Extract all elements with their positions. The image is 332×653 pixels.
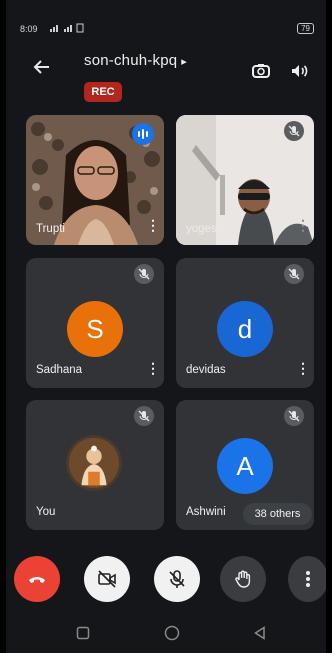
hand-icon (235, 570, 251, 588)
camera-toggle-button[interactable] (84, 556, 130, 602)
participant-name: Trupti (36, 223, 65, 235)
more-vert-icon (306, 571, 310, 587)
mic-off-icon (134, 264, 154, 284)
others-count-chip[interactable]: 38 others (243, 503, 312, 525)
more-options-icon[interactable]: ⋮ (296, 217, 310, 233)
participant-tile-sadhana[interactable]: S Sadhana ⋮ (26, 258, 164, 388)
battery-indicator: 79 (297, 23, 314, 34)
status-time: 8:09 (20, 24, 38, 34)
more-options-icon[interactable]: ⋮ (146, 360, 160, 376)
avatar: d (217, 301, 273, 357)
participant-tile-yogesh[interactable]: yogesh ⋮ (176, 115, 314, 245)
recording-badge: REC (84, 82, 122, 102)
mic-off-icon (284, 121, 304, 141)
end-call-button[interactable] (14, 556, 60, 602)
meet-call-screen: 8:09 79 son-chuh-kpq ▸ REC Trupti ⋮ yoge… (6, 0, 326, 653)
participant-name: Sadhana (36, 364, 83, 376)
back-nav-icon[interactable] (251, 624, 269, 642)
more-options-icon[interactable]: ⋮ (146, 217, 160, 233)
speaker-icon[interactable] (288, 60, 310, 82)
mic-off-icon (284, 264, 304, 284)
switch-camera-icon[interactable] (250, 60, 272, 82)
camera-off-icon (98, 570, 116, 588)
more-options-button[interactable] (288, 556, 326, 602)
avatar: S (67, 301, 123, 357)
mic-toggle-button[interactable] (154, 556, 200, 602)
mic-off-icon (134, 406, 154, 426)
status-bar: 8:09 79 (6, 0, 326, 40)
mic-off-icon (284, 406, 304, 426)
avatar: A (217, 438, 273, 494)
avatar (66, 435, 122, 491)
hang-up-icon (29, 577, 45, 583)
meeting-title[interactable]: son-chuh-kpq ▸ (84, 52, 187, 69)
participant-name: Ashwini (186, 506, 226, 518)
participant-tile-trupti[interactable]: Trupti ⋮ (26, 115, 164, 245)
signal-icon (50, 23, 84, 35)
participant-name: devidas (186, 364, 226, 376)
raise-hand-button[interactable] (220, 556, 266, 602)
meeting-code: son-chuh-kpq (84, 52, 178, 69)
mic-off-icon (169, 570, 185, 588)
home-icon[interactable] (163, 624, 181, 642)
participant-name: yogesh (186, 223, 224, 235)
back-arrow-icon[interactable] (30, 58, 54, 82)
participant-tile-devidas[interactable]: d devidas ⋮ (176, 258, 314, 388)
system-nav-bar (6, 612, 326, 653)
caret-right-icon: ▸ (181, 56, 188, 68)
more-options-icon[interactable]: ⋮ (296, 360, 310, 376)
recents-icon[interactable] (74, 624, 92, 642)
speaking-indicator-icon (132, 123, 154, 145)
participant-tile-you[interactable]: You (26, 400, 164, 530)
participant-name: You (36, 506, 56, 518)
